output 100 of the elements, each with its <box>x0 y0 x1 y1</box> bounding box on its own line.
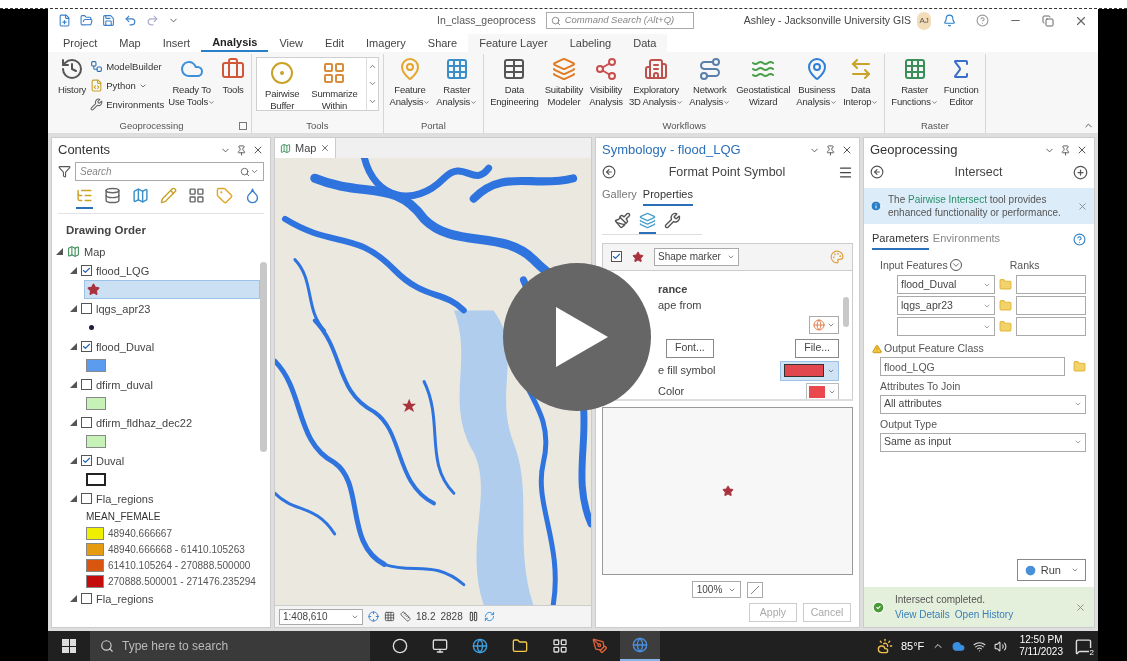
run-button[interactable]: Run <box>1016 559 1086 581</box>
filter-icon[interactable] <box>58 165 71 178</box>
ribbon-button[interactable]: Summarize Within <box>309 58 360 110</box>
start-icon[interactable] <box>62 639 76 653</box>
layer-name[interactable]: lqgs_apr23 <box>96 300 151 317</box>
layer-name[interactable]: Map <box>84 243 106 260</box>
ribbon-button[interactable]: Pairwise Buffer <box>263 58 302 110</box>
checkbox[interactable] <box>81 379 92 391</box>
layer-name[interactable]: dfirm_duval <box>96 376 153 393</box>
ribbon-tab[interactable]: Project <box>52 34 109 52</box>
grid-icon[interactable] <box>384 611 395 622</box>
network-icon[interactable] <box>973 639 987 653</box>
input-dropdown[interactable]: flood_Duval <box>897 275 995 295</box>
taskbar-search-input[interactable]: Type here to search <box>122 637 360 655</box>
view-tab[interactable] <box>76 187 93 209</box>
message-link[interactable]: View Details <box>895 607 950 622</box>
notification-icon[interactable] <box>1075 637 1092 655</box>
back-icon[interactable] <box>602 165 616 179</box>
scale-field[interactable]: 1:408,610 <box>279 608 363 625</box>
close-icon[interactable] <box>320 143 331 153</box>
ribbon-tab[interactable]: Feature Layer <box>468 34 559 52</box>
checkbox[interactable] <box>81 341 92 353</box>
output-field[interactable]: flood_LQG <box>880 357 1065 376</box>
crosshair-icon[interactable] <box>368 611 379 622</box>
new-file-icon[interactable] <box>58 14 71 27</box>
ribbon-button[interactable]: Geostatistical Wizard <box>734 54 793 108</box>
input-dropdown[interactable] <box>897 317 995 337</box>
tab[interactable]: Gallery <box>602 186 637 206</box>
rank-field[interactable] <box>1016 317 1086 337</box>
ribbon-button[interactable]: Python <box>90 76 165 95</box>
close-icon[interactable] <box>841 144 853 156</box>
color-dropdown[interactable] <box>806 382 839 401</box>
ribbon-button[interactable]: Raster Analysis <box>434 54 480 108</box>
command-search-box[interactable]: Command Search (Alt+Q) <box>545 12 694 29</box>
ribbon-tab[interactable]: Edit <box>314 34 356 52</box>
refresh-icon[interactable] <box>483 611 495 622</box>
search-icon[interactable] <box>240 166 250 177</box>
ribbon-button[interactable]: Data Engineering <box>488 54 541 108</box>
layer-name[interactable]: Fla_regions <box>96 490 154 507</box>
layer-name[interactable]: Fla_regions <box>96 590 154 607</box>
expander-icon[interactable] <box>70 495 77 503</box>
ribbon-button[interactable]: Raster Functions <box>889 54 940 108</box>
ribbon-tab[interactable]: Share <box>416 34 469 52</box>
zoom-dropdown[interactable]: 100% <box>691 581 742 598</box>
ribbon-tab[interactable]: Imagery <box>355 34 417 52</box>
scrollbar[interactable] <box>260 262 267 453</box>
file-button[interactable]: File... <box>795 338 839 358</box>
pin-icon[interactable] <box>1060 144 1071 156</box>
user-avatar[interactable]: AJ <box>917 11 931 30</box>
tab[interactable]: Environments <box>932 230 1001 250</box>
ribbon-button[interactable]: Ready To Use Tools <box>166 54 217 108</box>
close-icon[interactable] <box>252 144 264 156</box>
ribbon-tab[interactable]: Labeling <box>558 34 623 52</box>
layer-name[interactable]: flood_LQG <box>96 262 150 279</box>
ribbon-button[interactable]: Data Interop <box>841 54 881 108</box>
layer-name[interactable]: flood_Duval <box>96 338 155 355</box>
save-icon[interactable] <box>102 14 115 27</box>
globe-icon[interactable] <box>620 631 660 661</box>
expander-icon[interactable] <box>70 419 77 427</box>
back-icon[interactable] <box>870 165 884 179</box>
expander-icon[interactable] <box>56 248 63 256</box>
file-button[interactable]: Font... <box>666 338 714 358</box>
ribbon-button[interactable]: Network Analysis <box>687 54 733 108</box>
message-link[interactable]: Open History <box>954 607 1014 622</box>
scrollbar[interactable] <box>843 296 849 327</box>
symbol-color-dropdown[interactable] <box>780 360 839 381</box>
volume-icon[interactable] <box>994 639 1008 653</box>
checkbox[interactable] <box>81 265 92 277</box>
help-icon[interactable] <box>1073 233 1086 247</box>
ribbon-tab[interactable]: Insert <box>151 34 202 52</box>
help-icon[interactable] <box>976 14 989 27</box>
map-tab[interactable]: Map <box>275 138 337 158</box>
ribbon-tab[interactable]: Data <box>622 34 668 52</box>
checkbox[interactable] <box>81 417 92 429</box>
open-folder-icon[interactable] <box>80 14 93 27</box>
ribbon-button[interactable]: ModelBuilder <box>90 57 165 76</box>
ribbon-button[interactable]: Exploratory 3D Analysis <box>626 54 686 108</box>
taskbar-search[interactable]: Type here to search <box>90 631 370 661</box>
ribbon-button[interactable]: Suitability Modeler <box>542 54 586 108</box>
close-icon[interactable] <box>1076 144 1088 156</box>
expander-icon[interactable] <box>70 343 77 351</box>
cloud-icon[interactable] <box>952 639 966 653</box>
ribbon-button[interactable]: Visibility Analysis <box>587 54 625 108</box>
ruler-icon[interactable] <box>400 611 411 622</box>
marker-type-dropdown[interactable]: Shape marker <box>654 247 739 266</box>
expander-icon[interactable] <box>70 267 77 275</box>
ribbon-button[interactable]: Tools <box>219 54 247 96</box>
ribbon-tab[interactable]: View <box>268 34 315 52</box>
ribbon-button[interactable]: Function Editor <box>941 54 981 108</box>
ribbon-button[interactable]: History <box>56 54 89 96</box>
tab[interactable]: Properties <box>642 186 693 206</box>
map-view[interactable] <box>275 158 591 605</box>
search-box[interactable]: Search <box>75 162 264 181</box>
add-icon[interactable] <box>1073 164 1088 180</box>
expander-icon[interactable] <box>70 305 77 313</box>
gallery-dropdown[interactable] <box>809 315 839 334</box>
tool-link[interactable]: Pairwise Intersect <box>908 194 987 205</box>
checkbox[interactable] <box>81 493 92 505</box>
layer-name[interactable]: Duval <box>96 452 125 469</box>
layer-name[interactable]: dfirm_fldhaz_dec22 <box>96 414 192 431</box>
